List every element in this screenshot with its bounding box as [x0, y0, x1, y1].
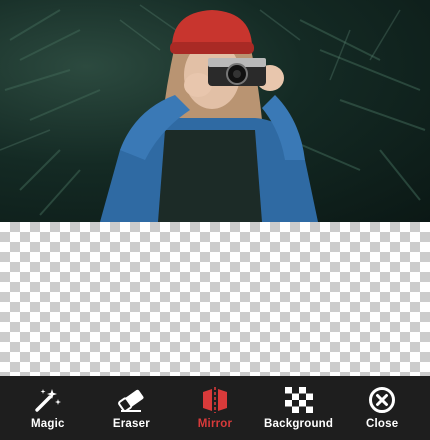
eraser-icon: [114, 386, 148, 414]
transparent-canvas-area: [0, 222, 430, 376]
mirror-icon: [198, 386, 232, 414]
magic-wand-icon: [31, 386, 65, 414]
magic-button[interactable]: Magic: [6, 376, 90, 440]
photo-illustration: [0, 4, 426, 222]
editor-screen: Magic Eraser Mirror Background Close: [0, 0, 430, 440]
checkerboard-icon: [282, 386, 316, 414]
close-button[interactable]: Close: [340, 376, 424, 440]
close-circle-icon: [365, 386, 399, 414]
eraser-button[interactable]: Eraser: [90, 376, 174, 440]
background-button[interactable]: Background: [257, 376, 341, 440]
close-label: Close: [366, 418, 399, 430]
magic-label: Magic: [31, 418, 65, 430]
bottom-toolbar: Magic Eraser Mirror Background Close: [0, 376, 430, 440]
eraser-label: Eraser: [112, 418, 150, 430]
background-label: Background: [264, 418, 334, 430]
mirror-label: Mirror: [197, 418, 233, 430]
mirror-button[interactable]: Mirror: [173, 376, 257, 440]
edited-photo[interactable]: [0, 0, 430, 222]
